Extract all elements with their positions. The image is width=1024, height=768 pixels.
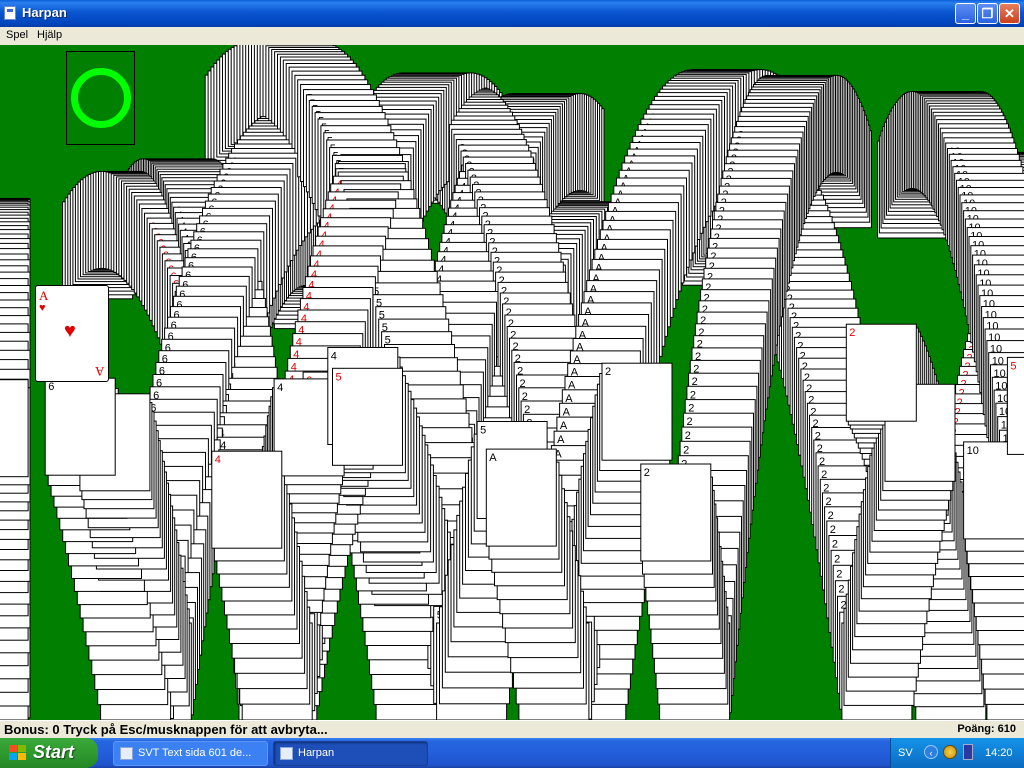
card-trail-frame: 4: [211, 450, 283, 549]
game-board[interactable]: 46453624452A2102546453624452A21025464536…: [0, 45, 1024, 720]
svg-text:6: 6: [48, 381, 54, 393]
heart-suit-icon: ♥: [39, 302, 46, 314]
bouncing-card-cascade: 46453624452A2102546453624452A21025464536…: [0, 45, 1024, 720]
svg-text:10: 10: [967, 445, 979, 457]
svg-text:2: 2: [685, 430, 691, 442]
svg-text:2: 2: [828, 510, 834, 522]
svg-text:2: 2: [687, 416, 693, 428]
maximize-button[interactable]: ❐: [977, 3, 998, 24]
card-trail-frame: 2: [640, 463, 712, 562]
solitaire-app-icon[interactable]: [4, 6, 16, 20]
svg-text:2: 2: [838, 584, 844, 596]
svg-text:2: 2: [836, 568, 842, 580]
taskbar-item-label: Harpan: [298, 747, 335, 759]
start-button[interactable]: Start: [0, 738, 98, 768]
system-tray: SV ‹ 14:20: [890, 738, 1024, 768]
empty-stock-ring-icon: [71, 68, 131, 128]
browser-window-icon: [120, 747, 133, 760]
solitaire-window-icon: [280, 747, 293, 760]
card-trail-frame: 5: [1006, 356, 1024, 455]
battery-icon[interactable]: [963, 744, 973, 760]
windows-logo-icon: [9, 745, 27, 761]
network-globe-icon[interactable]: [943, 745, 957, 759]
svg-text:4: 4: [277, 382, 283, 394]
heart-suit-icon-center: ♥: [64, 320, 76, 342]
language-indicator[interactable]: SV: [898, 747, 913, 759]
svg-text:A: A: [489, 452, 497, 464]
svg-text:2: 2: [644, 467, 650, 479]
card-trail-frame: 4: [0, 379, 29, 478]
app-window: Harpan _ ❐ ✕ Spel Hjälp 46453624452A2102…: [0, 0, 1024, 738]
svg-text:2: 2: [849, 327, 855, 339]
status-bar: Bonus: 0 Tryck på Esc/musknappen för att…: [0, 720, 1024, 738]
svg-text:4: 4: [215, 454, 221, 466]
title-bar[interactable]: Harpan _ ❐ ✕: [0, 0, 1024, 27]
card-rank-inverted: A: [94, 364, 104, 379]
menu-hjalp[interactable]: Hjälp: [37, 29, 62, 41]
svg-text:5: 5: [480, 425, 486, 437]
card-trail-frame: 10: [963, 441, 1024, 540]
taskbar-item-harpan[interactable]: Harpan: [273, 741, 428, 766]
taskbar-item-svt-text[interactable]: SVT Text sida 601 de...: [113, 741, 268, 766]
bouncing-card: A ♥ ♥ A: [35, 285, 109, 382]
svg-text:A: A: [563, 406, 571, 418]
svg-text:2: 2: [832, 539, 838, 551]
svg-text:A: A: [557, 434, 565, 446]
taskbar-item-label: SVT Text sida 601 de...: [138, 747, 252, 759]
svg-text:A: A: [560, 420, 568, 432]
stock-pile[interactable]: [66, 51, 135, 145]
window-title: Harpan: [22, 5, 67, 20]
card-trail-frame: 2: [845, 323, 917, 422]
svg-text:5: 5: [336, 371, 342, 383]
svg-text:2: 2: [830, 524, 836, 536]
menu-bar: Spel Hjälp: [0, 27, 1024, 45]
start-label: Start: [33, 742, 75, 762]
card-trail-frame: A: [485, 448, 557, 547]
card-trail-frame: 2: [601, 362, 673, 461]
svg-text:2: 2: [826, 496, 832, 508]
menu-spel[interactable]: Spel: [6, 29, 28, 41]
card-trail-frame: 5: [332, 367, 403, 466]
svg-text:2: 2: [834, 553, 840, 565]
taskbar: Start SVT Text sida 601 de... Harpan SV …: [0, 738, 1024, 768]
svg-text:5: 5: [1010, 360, 1016, 372]
svg-text:2: 2: [683, 444, 689, 456]
score-display: Poäng: 610: [957, 723, 1016, 735]
svg-text:2: 2: [605, 366, 611, 378]
card-trail-frame: 6: [44, 377, 116, 476]
status-message: Bonus: 0 Tryck på Esc/musknappen för att…: [4, 722, 328, 737]
clock[interactable]: 14:20: [985, 747, 1013, 759]
close-button[interactable]: ✕: [999, 3, 1020, 24]
minimize-button[interactable]: _: [955, 3, 976, 24]
tray-expand-icon[interactable]: ‹: [924, 745, 938, 759]
svg-text:4: 4: [331, 351, 337, 363]
